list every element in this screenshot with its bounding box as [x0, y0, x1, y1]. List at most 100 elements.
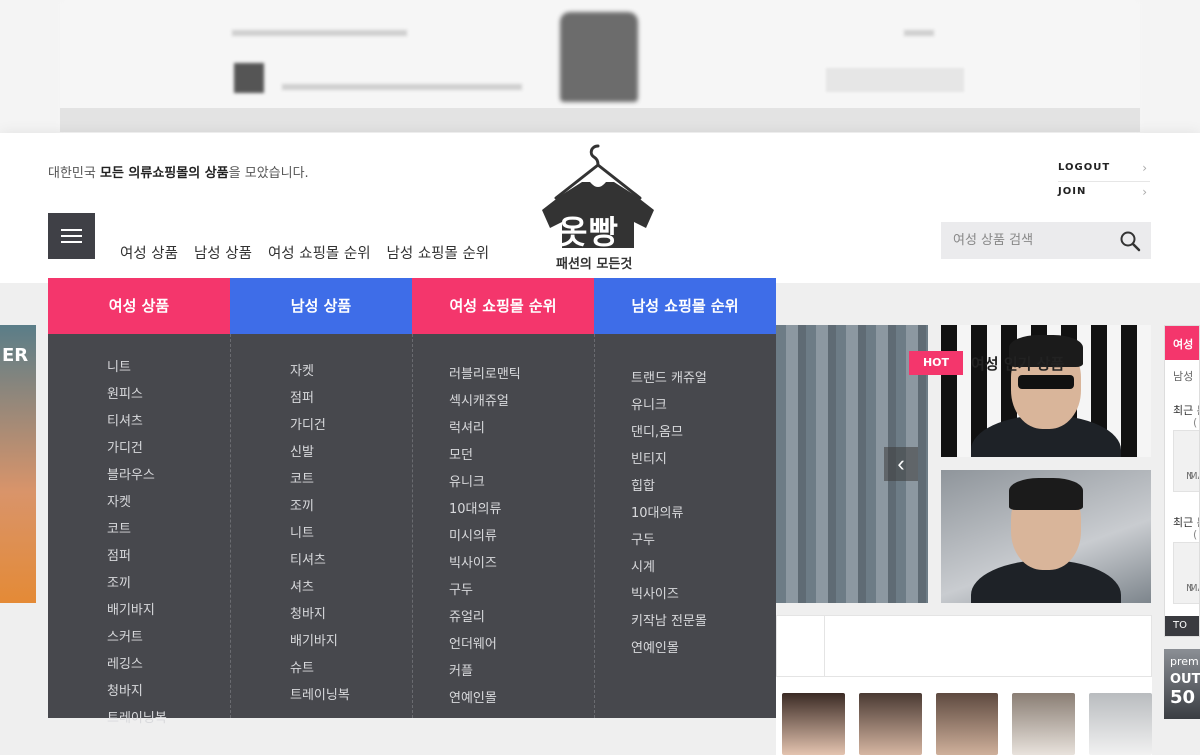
mega-menu-item[interactable]: 커플	[449, 658, 594, 685]
nav-women-mall-ranking[interactable]: 여성 쇼핑몰 순위	[268, 242, 371, 263]
mega-menu-item[interactable]: 10대의류	[631, 500, 776, 527]
mega-menu-item[interactable]: 배기바지	[290, 628, 412, 655]
no-image-box[interactable]: NIMA	[1173, 430, 1199, 492]
mega-head-women-mall-ranking[interactable]: 여성 쇼핑몰 순위	[412, 278, 594, 334]
mega-menu-item[interactable]: 스커트	[107, 624, 230, 651]
product-thumbnail[interactable]	[782, 693, 845, 755]
mega-menu-item[interactable]: 연예인몰	[449, 685, 594, 712]
mega-menu-item[interactable]: 키작남 전문몰	[631, 608, 776, 635]
mega-menu-item[interactable]: 빅사이즈	[449, 550, 594, 577]
mega-menu-item[interactable]: 섹시캐쥬얼	[449, 388, 594, 415]
mega-menu-item[interactable]: 트레이닝복	[290, 682, 412, 709]
no-image-box[interactable]: NIMA	[1173, 542, 1199, 604]
mega-menu-item[interactable]: 자켓	[290, 358, 412, 385]
site-tagline: 대한민국 모든 의류쇼핑몰의 상품을 모았습니다.	[48, 162, 309, 181]
mega-menu-item[interactable]: 코트	[107, 516, 230, 543]
hamburger-menu-button[interactable]	[48, 213, 95, 259]
mega-head-men-mall-ranking[interactable]: 남성 쇼핑몰 순위	[594, 278, 776, 334]
product-thumbnail[interactable]	[935, 693, 999, 755]
recent-count: (	[1193, 416, 1198, 429]
mega-menu-item[interactable]: 가디건	[107, 435, 230, 462]
logout-label: LOGOUT	[1058, 162, 1111, 173]
hot-products-title: 여성 인기 상품	[971, 355, 1065, 373]
nav-men-mall-ranking[interactable]: 남성 쇼핑몰 순위	[387, 242, 490, 263]
promo-banner[interactable]: prem OUT 50	[1164, 649, 1200, 719]
mega-menu-item[interactable]: 점퍼	[107, 543, 230, 570]
panel-tab-men[interactable]: 남성	[1173, 368, 1193, 384]
mega-column-women-products: 니트 원피스 티셔츠 가디건 블라우스 자켓 코트 점퍼 조끼 배기바지 스커트 레깅스 청바지 트레이닝…	[48, 334, 230, 726]
mega-menu: 여성 상품 남성 상품 여성 쇼핑몰 순위 남성 쇼핑몰 순위 니트 원피스 티셔츠…	[48, 278, 776, 726]
search-button[interactable]	[1119, 230, 1141, 252]
mega-menu-item[interactable]: 조끼	[107, 570, 230, 597]
mega-menu-item[interactable]: 모던	[449, 442, 594, 469]
search-box	[941, 222, 1151, 259]
logout-link[interactable]: LOGOUT ›	[1058, 158, 1150, 182]
mega-menu-item[interactable]: 티셔츠	[107, 408, 230, 435]
mega-menu-item[interactable]: 셔츠	[290, 574, 412, 601]
mega-menu-item[interactable]: 조끼	[290, 493, 412, 520]
mega-menu-item[interactable]: 트레이닝복	[107, 705, 230, 732]
promo-text: 50	[1170, 687, 1196, 708]
promo-text: OUT	[1170, 672, 1200, 687]
mega-menu-item[interactable]: 힙합	[631, 473, 776, 500]
mega-head-women-products[interactable]: 여성 상품	[48, 278, 230, 334]
sunglasses-shape	[1018, 375, 1074, 389]
mega-menu-item[interactable]: 연예인몰	[631, 635, 776, 662]
mega-menu-item[interactable]: 자켓	[107, 489, 230, 516]
mega-menu-item[interactable]: 유니크	[631, 392, 776, 419]
mega-menu-item[interactable]: 럭셔리	[449, 415, 594, 442]
mega-menu-item[interactable]: 청바지	[107, 678, 230, 705]
join-link[interactable]: JOIN ›	[1058, 182, 1150, 206]
product-thumbnail[interactable]	[858, 693, 922, 755]
mega-menu-item[interactable]: 쥬얼리	[449, 604, 594, 631]
mega-menu-item[interactable]: 니트	[107, 354, 230, 381]
mega-menu-item[interactable]: 배기바지	[107, 597, 230, 624]
mega-menu-item[interactable]: 청바지	[290, 601, 412, 628]
background-menu-button	[234, 63, 264, 93]
mega-menu-item[interactable]: 언더웨어	[449, 631, 594, 658]
mega-menu-item[interactable]: 시계	[631, 554, 776, 581]
mega-menu-item[interactable]: 미시의류	[449, 523, 594, 550]
mega-menu-item[interactable]: 원피스	[107, 381, 230, 408]
mega-menu-item[interactable]: 빅사이즈	[631, 581, 776, 608]
site-logo[interactable]: 옷빵 패션의 모든것	[538, 138, 658, 273]
men-model-image-1[interactable]	[941, 325, 1151, 457]
mega-menu-item[interactable]: 신발	[290, 439, 412, 466]
logo-title: 옷빵	[558, 213, 619, 251]
nav-women-products[interactable]: 여성 상품	[120, 242, 178, 263]
product-thumbnail[interactable]	[1012, 693, 1076, 755]
mega-menu-item[interactable]: 유니크	[449, 469, 594, 496]
mega-menu-item[interactable]: 점퍼	[290, 385, 412, 412]
mega-menu-item[interactable]: 댄디,옴므	[631, 419, 776, 446]
nav-men-products[interactable]: 남성 상품	[194, 242, 252, 263]
mega-menu-item[interactable]: 슈트	[290, 655, 412, 682]
mega-list: 자켓 점퍼 가디건 신발 코트 조끼 니트 티셔츠 셔츠 청바지 배기바지 슈트 트레이닝복	[231, 334, 412, 709]
men-model-image-2[interactable]	[941, 470, 1151, 603]
mega-head-men-products[interactable]: 남성 상품	[230, 278, 412, 334]
left-banner-image[interactable]: ER	[0, 325, 36, 603]
search-input[interactable]	[941, 222, 1111, 259]
top-button[interactable]: TO	[1165, 616, 1199, 636]
mega-menu-item[interactable]: 코트	[290, 466, 412, 493]
mega-menu-item[interactable]: 빈티지	[631, 446, 776, 473]
mega-menu-item[interactable]: 티셔츠	[290, 547, 412, 574]
slider-prev-button[interactable]: ‹	[884, 447, 918, 481]
product-thumbnail[interactable]	[1089, 693, 1152, 755]
search-icon	[1120, 231, 1141, 252]
mega-menu-item[interactable]: 트랜드 캐쥬얼	[631, 365, 776, 392]
mega-menu-item[interactable]: 러블리로맨틱	[449, 361, 594, 388]
tagline-suffix: 을 모았습니다.	[228, 166, 309, 181]
mega-menu-item[interactable]: 구두	[449, 577, 594, 604]
mega-menu-item[interactable]: 구두	[631, 527, 776, 554]
mega-menu-item[interactable]: 니트	[290, 520, 412, 547]
chevron-right-icon: ›	[1142, 161, 1148, 175]
no-image-text: IMA	[1186, 583, 1199, 594]
background-search	[826, 68, 964, 92]
mega-menu-item[interactable]: 가디건	[290, 412, 412, 439]
hot-products-thumbnails	[776, 677, 1152, 755]
mega-menu-item[interactable]: 레깅스	[107, 651, 230, 678]
panel-tab-women[interactable]: 여성	[1165, 326, 1199, 360]
mega-menu-item[interactable]: 10대의류	[449, 496, 594, 523]
mega-column-women-mall-ranking: 러블리로맨틱 섹시캐쥬얼 럭셔리 모던 유니크 10대의류 미시의류 빅사이즈 구두 쥬얼리 언더웨…	[412, 334, 594, 718]
mega-menu-item[interactable]: 블라우스	[107, 462, 230, 489]
